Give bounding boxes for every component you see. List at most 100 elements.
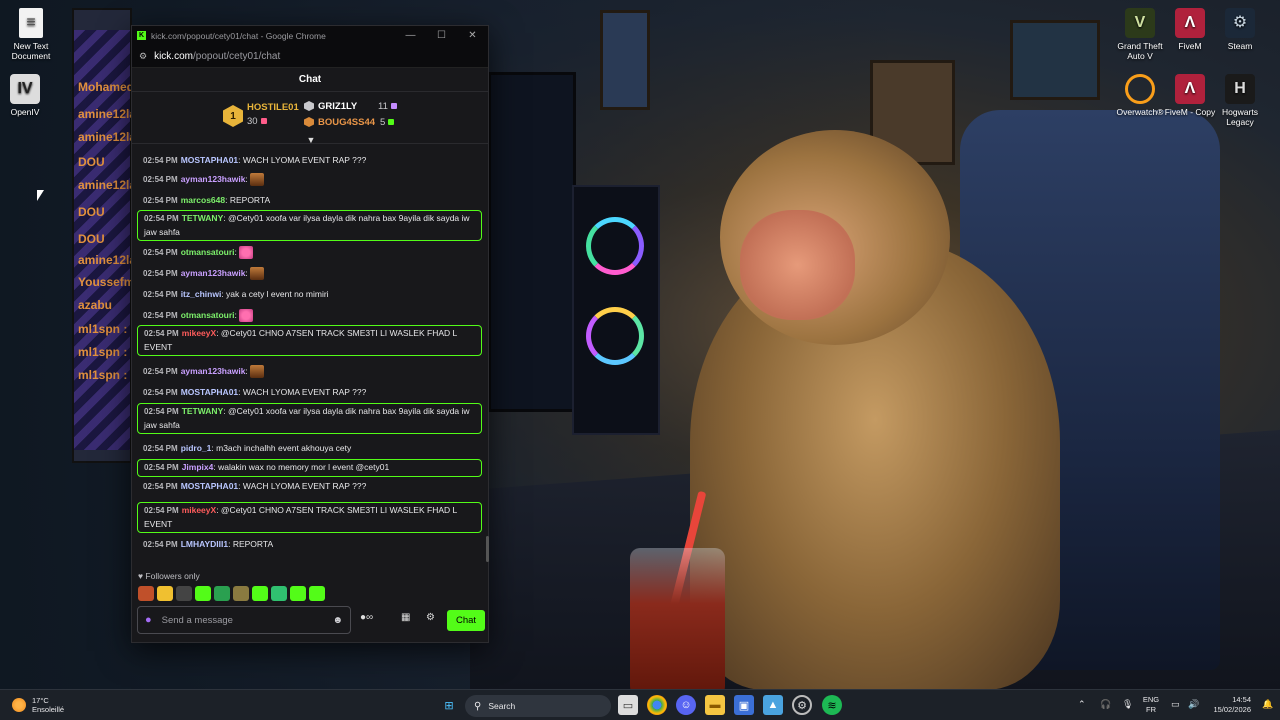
message-username[interactable]: ayman123hawik xyxy=(181,366,246,376)
message-text: WACH LYOMA EVENT RAP ??? xyxy=(242,387,367,397)
desktop-icon-openiv[interactable]: IV OpenIV xyxy=(0,74,56,117)
message-username[interactable]: MOSTAPHA01 xyxy=(181,387,238,397)
message-username[interactable]: marcos648 xyxy=(181,195,225,205)
collapse-leaderboard-icon[interactable]: ▼ xyxy=(305,135,317,145)
site-info-icon[interactable]: ⚙ xyxy=(139,51,147,62)
message-username[interactable]: TETWANY xyxy=(182,406,224,416)
chat-message[interactable]: 02:54 PM TETWANY: @Cety01 xoofa var ilysa… xyxy=(137,210,482,241)
settings-app-icon[interactable]: ⚙ xyxy=(792,695,812,715)
chat-message[interactable]: 02:54 PM ayman123hawik: xyxy=(137,173,482,187)
emote-8[interactable] xyxy=(271,586,287,601)
chat-message[interactable]: 02:54 PM otmansatouri: xyxy=(137,246,482,260)
chat-message[interactable]: 02:54 PM MOSTAPHA01: WACH LYOMA EVENT RAP… xyxy=(137,154,482,168)
desktop-icon-steam[interactable]: ⚙ Steam xyxy=(1209,8,1271,51)
notifications-icon[interactable]: 🔔 xyxy=(1262,699,1273,710)
taskbar[interactable]: 17°C Ensoleillé ⊞ ⚲ Search ▭ ☺ ▬ ▣ ▲ ⚙ ≋ ⌃… xyxy=(0,689,1280,720)
chat-input-box[interactable]: ● ☻ xyxy=(137,606,351,634)
spotify-icon[interactable]: ≋ xyxy=(822,695,842,715)
message-username[interactable]: Jimpix4 xyxy=(182,462,214,472)
chat-message[interactable]: 02:54 PM MOSTAPHA01: WACH LYOMA EVENT RAP… xyxy=(137,386,482,400)
chat-message[interactable]: 02:54 PM pidro_1: m3ach inchalhh event ak… xyxy=(137,442,482,456)
show-hidden-icons-icon[interactable]: ⌃ xyxy=(1078,699,1086,710)
taskbar-search[interactable]: ⚲ Search xyxy=(465,695,611,717)
chrome-popup-window[interactable]: K kick.com/popout/cety01/chat - Google C… xyxy=(131,25,489,643)
chat-message[interactable]: 02:54 PM mikeeyX: @Cety01 CHNO A7SEN TRAC… xyxy=(137,502,482,533)
emote-1[interactable] xyxy=(138,586,154,601)
background-monitor: Mohamed amine12la amine12la DOU amine12la DOU… xyxy=(72,8,136,463)
chat-message[interactable]: 02:54 PM LMHAYDIII1: REPORTA xyxy=(137,538,482,552)
chat-message[interactable]: 02:54 PM TETWANY: @Cety01 xoofa var ilysa… xyxy=(137,403,482,434)
chat-message[interactable]: 02:54 PM ayman123hawik: xyxy=(137,365,482,379)
message-username[interactable]: mikeeyX xyxy=(182,505,217,515)
quick-emote-bar[interactable] xyxy=(138,586,325,602)
chat-message[interactable]: 02:54 PM otmansatouri: xyxy=(137,309,482,323)
chat-scrollbar[interactable] xyxy=(486,536,489,562)
emote-10[interactable] xyxy=(309,586,325,601)
message-username[interactable]: itz_chinwi xyxy=(181,289,222,299)
headset-icon[interactable]: 🎧 xyxy=(1100,699,1111,710)
windows-start-icon[interactable]: ⊞ xyxy=(439,695,459,715)
heart-emote xyxy=(239,246,254,260)
discord-icon[interactable]: ☺ xyxy=(676,695,696,715)
chat-message[interactable]: 02:54 PM mikeeyX: @Cety01 CHNO A7SEN TRAC… xyxy=(137,325,482,356)
microphone-tray-icon[interactable]: 🎙 xyxy=(1122,699,1133,710)
chat-message-input[interactable] xyxy=(161,614,333,626)
emote-5[interactable] xyxy=(214,586,230,601)
clock[interactable]: 14:54 15/02/2026 xyxy=(1203,695,1251,715)
message-username[interactable]: TETWANY xyxy=(182,213,224,223)
emote-7[interactable] xyxy=(252,586,268,601)
message-username[interactable]: ayman123hawik xyxy=(181,174,246,184)
chat-messages[interactable]: 02:54 PM MOSTAPHA01: WACH LYOMA EVENT RAP… xyxy=(132,154,488,562)
maximize-button[interactable]: ☐ xyxy=(426,30,457,41)
emoji-picker-icon[interactable]: ☻ xyxy=(332,615,343,626)
emote-3[interactable] xyxy=(176,586,192,601)
chat-rules-icon[interactable]: ●∞ xyxy=(360,612,373,623)
network-icon[interactable]: ▭ xyxy=(1171,699,1180,710)
emote-4[interactable] xyxy=(195,586,211,601)
leader-2-name[interactable]: GRIZ1LY xyxy=(318,101,357,112)
chat-message[interactable]: 02:54 PM MOSTAPHA01: WACH LYOMA EVENT RAP… xyxy=(137,480,482,494)
background-chat-line: DOU xyxy=(78,205,105,219)
address-bar[interactable]: ⚙ kick.com/popout/cety01/chat xyxy=(132,45,488,68)
window-titlebar[interactable]: K kick.com/popout/cety01/chat - Google C… xyxy=(132,26,488,45)
emote-9[interactable] xyxy=(290,586,306,601)
emote-6[interactable] xyxy=(233,586,249,601)
chat-message[interactable]: 02:54 PM ayman123hawik: xyxy=(137,267,482,281)
background-chat-line: amine12la xyxy=(78,253,137,267)
desktop-icon-new-text-document[interactable]: ≡ New Text Document xyxy=(0,8,62,61)
message-text: REPORTA xyxy=(229,195,271,205)
photos-icon[interactable]: ▲ xyxy=(763,695,783,715)
message-username[interactable]: mikeeyX xyxy=(182,328,217,338)
microphone-icon[interactable]: ● xyxy=(145,614,152,626)
close-button[interactable]: ✕ xyxy=(457,30,488,41)
message-username[interactable]: pidro_1 xyxy=(181,443,212,453)
send-chat-button[interactable]: Chat xyxy=(447,610,485,631)
message-username[interactable]: LMHAYDIII1 xyxy=(181,539,228,549)
wallpaper-poster xyxy=(600,10,650,110)
control-panel-icon[interactable]: ▣ xyxy=(734,695,754,715)
chat-message[interactable]: 02:54 PM itz_chinwi: yak a cety l event n… xyxy=(137,288,482,302)
message-username[interactable]: MOSTAPHA01 xyxy=(181,155,238,165)
message-timestamp: 02:54 PM xyxy=(144,407,179,416)
chat-message[interactable]: 02:54 PM Jimpix4: walakin wax no memory m… xyxy=(137,459,482,477)
volume-icon[interactable]: 🔊 xyxy=(1188,699,1199,710)
desktop-icon-hogwarts[interactable]: H Hogwarts Legacy xyxy=(1209,74,1271,127)
message-username[interactable]: otmansatouri xyxy=(181,310,235,320)
emote-2[interactable] xyxy=(157,586,173,601)
message-username[interactable]: ayman123hawik xyxy=(181,268,246,278)
chrome-icon[interactable] xyxy=(647,695,667,715)
file-explorer-icon[interactable]: ▬ xyxy=(705,695,725,715)
weather-widget[interactable]: 17°C Ensoleillé xyxy=(12,696,64,714)
minimize-button[interactable]: — xyxy=(395,30,426,41)
background-chat-line: ml1spn : xyxy=(78,368,128,382)
input-language[interactable]: ENG FR xyxy=(1141,695,1161,715)
message-username[interactable]: otmansatouri xyxy=(181,247,235,257)
chat-message[interactable]: 02:54 PM marcos648: REPORTA xyxy=(137,194,482,208)
store-icon[interactable]: ▦ xyxy=(401,612,410,623)
leader-1-name[interactable]: HOSTILE01 xyxy=(247,102,299,113)
settings-gear-icon[interactable]: ⚙ xyxy=(426,612,435,623)
leader-3-name[interactable]: BOUG4SS44 xyxy=(318,117,375,128)
background-chat-line: amine12la xyxy=(78,178,137,192)
task-view-icon[interactable]: ▭ xyxy=(618,695,638,715)
message-username[interactable]: MOSTAPHA01 xyxy=(181,481,238,491)
